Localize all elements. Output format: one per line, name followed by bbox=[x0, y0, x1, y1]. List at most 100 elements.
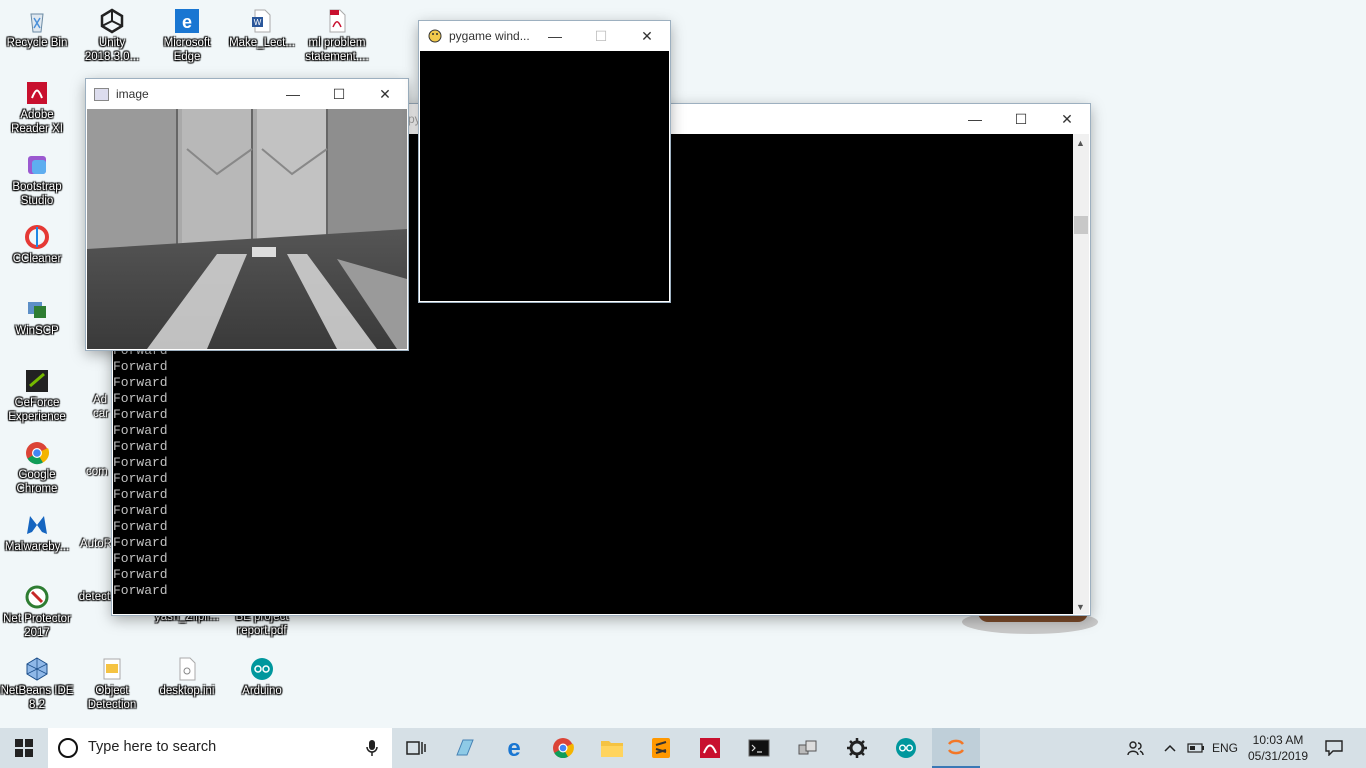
pygame-canvas[interactable] bbox=[420, 51, 669, 301]
bootstrap-studio-icon bbox=[24, 152, 50, 178]
unity-icon bbox=[99, 8, 125, 34]
maximize-button[interactable]: ☐ bbox=[998, 104, 1044, 134]
ini-file-icon bbox=[174, 656, 200, 682]
console-line: Forward bbox=[113, 359, 168, 374]
desktop-icon-edge[interactable]: e Microsoft Edge bbox=[150, 8, 224, 64]
desktop-icon-label: Google Chrome bbox=[16, 469, 58, 495]
scrollbar-thumb[interactable] bbox=[1074, 216, 1088, 234]
close-button[interactable]: ✕ bbox=[624, 21, 670, 51]
taskbar-paint-app[interactable] bbox=[441, 728, 489, 768]
desktop-icon-label: Recycle Bin bbox=[6, 37, 68, 49]
image-window-title: image bbox=[116, 87, 149, 101]
svg-text:e: e bbox=[182, 12, 192, 32]
desktop-icon-desktop-ini[interactable]: desktop.ini bbox=[150, 656, 224, 698]
desktop-icon-label: Net Protector 2017 bbox=[3, 613, 71, 639]
taskbar-chrome[interactable] bbox=[539, 728, 587, 768]
malwarebytes-icon bbox=[24, 512, 50, 538]
camera-frame-image bbox=[87, 109, 407, 349]
pdf-file-icon bbox=[324, 8, 350, 34]
console-line: Forward bbox=[113, 455, 168, 470]
partial-label: com bbox=[86, 466, 108, 478]
boxes-app-icon bbox=[798, 740, 817, 755]
chevron-up-icon[interactable] bbox=[1158, 728, 1182, 768]
partial-label: AutoR bbox=[80, 538, 112, 550]
battery-icon[interactable] bbox=[1184, 728, 1208, 768]
taskbar-edge[interactable]: e bbox=[490, 728, 538, 768]
desktop-icon-label: WinSCP bbox=[15, 325, 59, 337]
desktop-icon-object-detection[interactable]: Object Detection bbox=[75, 656, 149, 712]
desktop-icon-ml-problem[interactable]: ml problem statement.... bbox=[300, 8, 374, 64]
taskbar-settings[interactable] bbox=[833, 728, 881, 768]
desktop-icon-label: NetBeans IDE 8.2 bbox=[0, 685, 74, 711]
console-line: Forward bbox=[113, 487, 168, 502]
desktop-icon-arduino[interactable]: Arduino bbox=[225, 656, 299, 698]
taskbar-jupyter-active[interactable] bbox=[932, 728, 980, 768]
task-view-icon bbox=[406, 741, 426, 755]
image-titlebar[interactable]: image — ☐ ✕ bbox=[86, 79, 408, 109]
console-line: Forward bbox=[113, 471, 168, 486]
glass-app-icon bbox=[456, 739, 474, 756]
console-line: Forward bbox=[113, 423, 168, 438]
windows-logo-icon bbox=[15, 739, 33, 757]
pygame-titlebar[interactable]: pygame wind... — ☐ ✕ bbox=[419, 21, 670, 51]
people-icon[interactable] bbox=[1120, 728, 1150, 768]
start-button[interactable] bbox=[0, 728, 48, 768]
desktop-icon-winscp[interactable]: WinSCP bbox=[0, 296, 74, 338]
minimize-button[interactable]: — bbox=[952, 104, 998, 134]
sublime-text-icon bbox=[652, 738, 670, 758]
search-box[interactable]: Type here to search bbox=[48, 728, 392, 768]
desktop-icon-label: Bootstrap Studio bbox=[12, 181, 62, 207]
desktop-icon-adobe-reader[interactable]: Adobe Reader XI bbox=[0, 80, 74, 136]
desktop-icon-chrome[interactable]: Google Chrome bbox=[0, 440, 74, 496]
pygame-snake-icon bbox=[428, 29, 442, 43]
maximize-button[interactable]: ☐ bbox=[316, 79, 362, 109]
taskbar-sublime[interactable] bbox=[637, 728, 685, 768]
console-line: Forward bbox=[113, 519, 168, 534]
command-prompt-icon bbox=[748, 739, 770, 757]
word-doc-icon: W bbox=[249, 8, 275, 34]
edge-icon: e bbox=[174, 8, 200, 34]
desktop-icon-recycle-bin[interactable]: Recycle Bin bbox=[0, 8, 74, 50]
desktop-icon-label: Unity 2018.3.0... bbox=[84, 37, 140, 63]
desktop-icon-label: ml problem statement.... bbox=[305, 37, 369, 63]
console-line: Forward bbox=[113, 535, 168, 550]
taskbar-file-explorer[interactable] bbox=[588, 728, 636, 768]
taskbar-command-prompt[interactable] bbox=[735, 728, 783, 768]
close-button[interactable]: ✕ bbox=[362, 79, 408, 109]
scroll-up-arrow-icon[interactable]: ▲ bbox=[1076, 138, 1085, 148]
image-window[interactable]: image — ☐ ✕ bbox=[86, 79, 408, 350]
desktop-icon-make-lect[interactable]: W Make_Lect... bbox=[225, 8, 299, 50]
console-line: Forward bbox=[113, 375, 168, 390]
desktop-icon-geforce[interactable]: GeForce Experience bbox=[0, 368, 74, 424]
partial-label: Ad bbox=[93, 394, 108, 406]
desktop-icon-ccleaner[interactable]: CCleaner bbox=[0, 224, 74, 266]
desktop-icon-label: desktop.ini bbox=[159, 685, 215, 697]
task-view-button[interactable] bbox=[392, 728, 440, 768]
microphone-icon[interactable] bbox=[366, 739, 378, 762]
jupyter-icon bbox=[947, 739, 965, 755]
taskbar-arduino[interactable] bbox=[882, 728, 930, 768]
folder-shortcut-icon bbox=[99, 656, 125, 682]
folder-icon bbox=[601, 741, 623, 757]
desktop-icon-bootstrap-studio[interactable]: Bootstrap Studio bbox=[0, 152, 74, 208]
pygame-window[interactable]: pygame wind... — ☐ ✕ bbox=[419, 21, 670, 302]
language-indicator[interactable]: ENG bbox=[1208, 728, 1242, 768]
minimize-button[interactable]: — bbox=[270, 79, 316, 109]
console-scrollbar[interactable]: ▲ ▼ bbox=[1073, 134, 1089, 614]
console-line: Forward bbox=[113, 439, 168, 454]
notification-center-icon[interactable] bbox=[1318, 728, 1350, 768]
desktop-icon-unity[interactable]: Unity 2018.3.0... bbox=[75, 8, 149, 64]
maximize-button[interactable]: ☐ bbox=[578, 21, 624, 51]
clock[interactable]: 10:03 AM 05/31/2019 bbox=[1244, 732, 1312, 764]
desktop-icon-malwarebytes[interactable]: Malwareby... bbox=[0, 512, 74, 554]
chrome-icon bbox=[553, 738, 574, 759]
geforce-experience-icon bbox=[24, 368, 50, 394]
taskbar-virtual-box[interactable] bbox=[784, 728, 832, 768]
desktop-icon-netbeans[interactable]: NetBeans IDE 8.2 bbox=[0, 656, 74, 712]
scroll-down-arrow-icon[interactable]: ▼ bbox=[1076, 602, 1085, 612]
taskbar-adobe-reader[interactable] bbox=[686, 728, 734, 768]
minimize-button[interactable]: — bbox=[532, 21, 578, 51]
desktop-icon-net-protector[interactable]: Net Protector 2017 bbox=[0, 584, 74, 640]
desktop-icon-label: CCleaner bbox=[12, 253, 62, 265]
close-button[interactable]: ✕ bbox=[1044, 104, 1090, 134]
